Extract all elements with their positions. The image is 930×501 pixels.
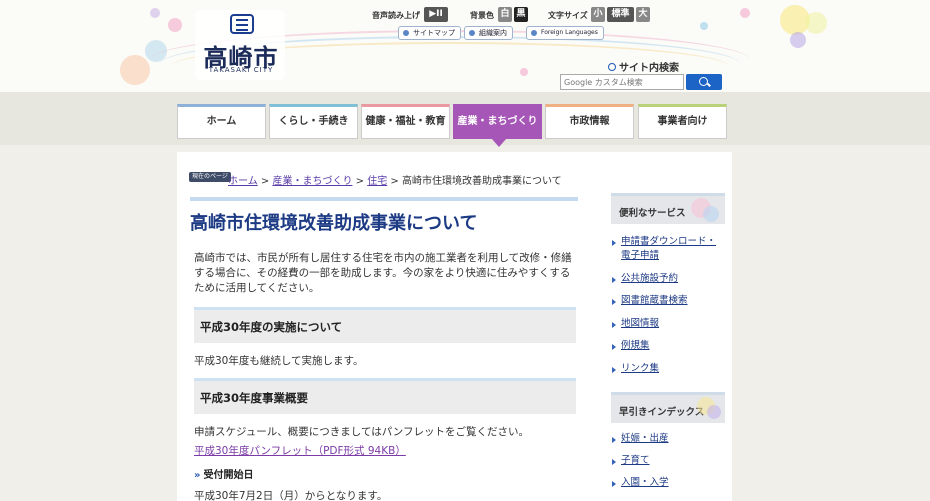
organization-link[interactable]: 組織案内 xyxy=(464,26,513,40)
intro-text: 高崎市では、市民が所有し居住する住宅を市内の施工業者を利用して改修・修繕する場合… xyxy=(194,252,572,294)
bg-black-button[interactable]: 黒 xyxy=(514,7,528,22)
search-icon xyxy=(608,63,616,71)
sitemap-link[interactable]: サイトマップ xyxy=(398,26,461,40)
sidebar-link-childcare[interactable]: 子育て xyxy=(611,454,650,468)
breadcrumb-industry[interactable]: 産業・まちづくり xyxy=(272,176,352,187)
services-heading-label: 便利なサービス xyxy=(619,208,686,219)
sidebar-link-map[interactable]: 地図情報 xyxy=(611,317,659,331)
sitemap-label: サイトマップ xyxy=(413,29,455,37)
arrow-circle-icon xyxy=(403,30,409,36)
nav-tab-0[interactable]: ホーム xyxy=(177,104,266,139)
sidebar-link-facility-reservation[interactable]: 公共施設予約 xyxy=(611,272,678,286)
nav-tab-5[interactable]: 事業者向け xyxy=(638,104,727,139)
sidebar-link-downloads[interactable]: 申請書ダウンロード・電子申請 xyxy=(611,235,721,263)
speech-play-button[interactable]: ▶II xyxy=(424,7,448,22)
search-input[interactable] xyxy=(560,74,684,90)
section-heading-overview: 平成30年度事業概要 xyxy=(194,378,576,414)
sidebar-link-regulations[interactable]: 例規集 xyxy=(611,339,650,353)
section-text-implementation: 平成30年度も継続して実施します。 xyxy=(194,355,364,367)
subheading-start-date: » 受付開始日 xyxy=(194,466,253,481)
sidebar-link-links[interactable]: リンク集 xyxy=(611,362,659,376)
current-page-badge: 現在のページ xyxy=(189,172,231,182)
start-date-text: 平成30年7月2日（月）からとなります。 xyxy=(194,490,388,501)
index-heading: 早引きインデックス xyxy=(611,395,725,423)
nav-tab-3[interactable]: 産業・まちづくり xyxy=(453,104,542,147)
decor-bubble xyxy=(703,206,719,222)
font-large-button[interactable]: 大 xyxy=(636,7,650,22)
sidebar-link-pregnancy[interactable]: 妊娠・出産 xyxy=(611,432,669,446)
bg-white-button[interactable]: 白 xyxy=(498,7,512,22)
breadcrumb-current: 高崎市住環境改善助成事業について xyxy=(401,176,562,187)
logo-subtext: TAKASAKI CITY xyxy=(208,66,274,74)
city-emblem-icon[interactable] xyxy=(230,14,254,34)
breadcrumb-housing[interactable]: 住宅 xyxy=(367,176,387,187)
section-text-overview: 申請スケジュール、概要につきましてはパンフレットをご覧ください。 xyxy=(194,426,529,438)
index-heading-label: 早引きインデックス xyxy=(619,407,705,418)
site-search-title: サイト内検索 xyxy=(608,59,679,74)
nav-tab-2[interactable]: 健康・福祉・教育 xyxy=(361,104,450,139)
services-heading: 便利なサービス xyxy=(611,196,725,224)
bg-color-label: 背景色 xyxy=(470,11,494,20)
arrow-circle-icon xyxy=(469,30,475,36)
site-header: 高崎市 TAKASAKI CITY 音声読み上げ ▶II 背景色 白 黒 文字サ… xyxy=(0,0,930,92)
section-heading-implementation: 平成30年度の実施について xyxy=(194,307,576,343)
font-size-label: 文字サイズ xyxy=(548,11,588,20)
font-small-button[interactable]: 小 xyxy=(591,7,605,22)
nav-tab-1[interactable]: くらし・手続き xyxy=(269,104,358,139)
speech-label: 音声読み上げ xyxy=(372,11,420,20)
services-panel: 便利なサービス xyxy=(611,193,725,383)
sidebar-link-school-entry[interactable]: 入園・入学 xyxy=(611,476,669,490)
nav-tab-4[interactable]: 市政情報 xyxy=(545,104,634,139)
organization-label: 組織案内 xyxy=(479,29,507,37)
double-chevron-icon: » xyxy=(194,470,201,481)
arrow-circle-icon xyxy=(531,30,537,36)
foreign-languages-label: Foreign Languages xyxy=(541,29,598,36)
site-search-label: サイト内検索 xyxy=(619,63,679,74)
decor-bubble xyxy=(707,405,721,419)
breadcrumb: ホーム > 産業・まちづくり > 住宅 > 高崎市住環境改善助成事業について xyxy=(228,176,562,187)
page-title: 高崎市住環境改善助成事業について xyxy=(190,213,478,234)
search-button[interactable] xyxy=(686,74,722,90)
foreign-languages-link[interactable]: Foreign Languages xyxy=(526,26,604,40)
title-rule xyxy=(190,197,578,201)
subheading-label: 受付開始日 xyxy=(203,470,254,481)
pamphlet-pdf-link[interactable]: 平成30年度パンフレット（PDF形式 94KB） xyxy=(194,443,406,458)
sidebar-link-library-search[interactable]: 図書館蔵書検索 xyxy=(611,294,688,308)
breadcrumb-home[interactable]: ホーム xyxy=(228,176,258,187)
font-standard-button[interactable]: 標準 xyxy=(607,7,634,22)
